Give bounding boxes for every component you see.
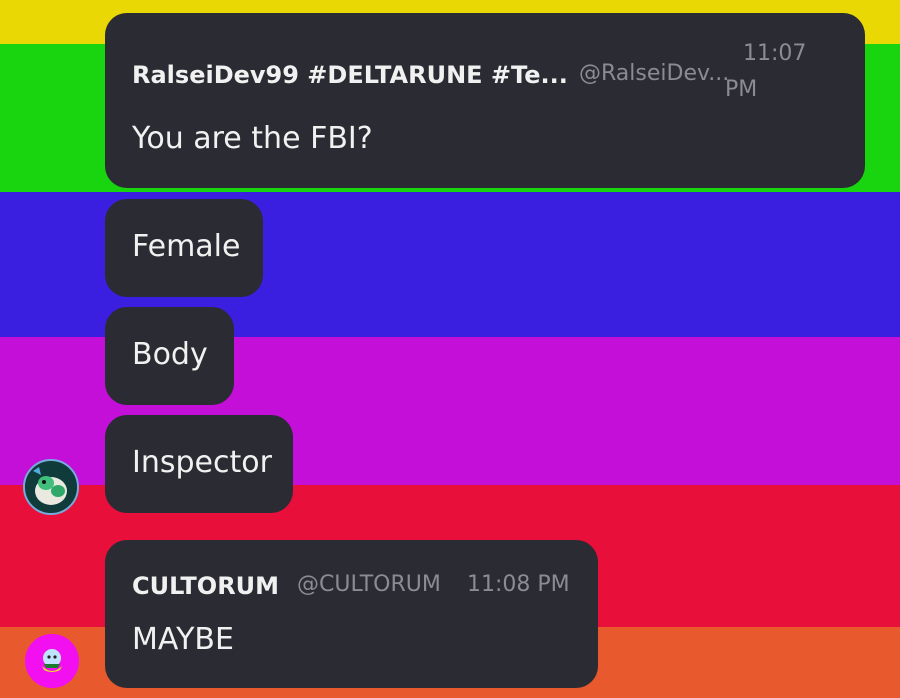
message-bubble[interactable]: Inspector [105,415,293,513]
timestamp: 11:08 PM [467,572,570,597]
message-bubble[interactable]: CULTORUM @CULTORUM 11:08 PM MAYBE [105,540,598,688]
timestamp: 11:07 [743,41,807,66]
message-text: Female [132,229,241,264]
message-bubble[interactable]: RalseiDev99 #DELTARUNE #Te... @RalseiDev… [105,13,865,188]
message-bubble[interactable]: Body [105,307,234,405]
author-handle: @CULTORUM [297,572,441,597]
author-handle: @RalseiDev... [579,61,730,86]
message-text: You are the FBI? [132,121,373,156]
author-name[interactable]: RalseiDev99 #DELTARUNE #Te... [132,61,568,89]
timestamp-meridiem: PM [725,77,758,102]
cat-avatar-icon[interactable] [25,634,79,688]
message-text: Inspector [132,445,272,480]
author-name[interactable]: CULTORUM [132,572,279,600]
message-text: MAYBE [132,622,234,657]
message-bubble[interactable]: Female [105,199,263,297]
dragon-avatar-icon[interactable] [23,459,79,515]
message-text: Body [132,337,208,372]
